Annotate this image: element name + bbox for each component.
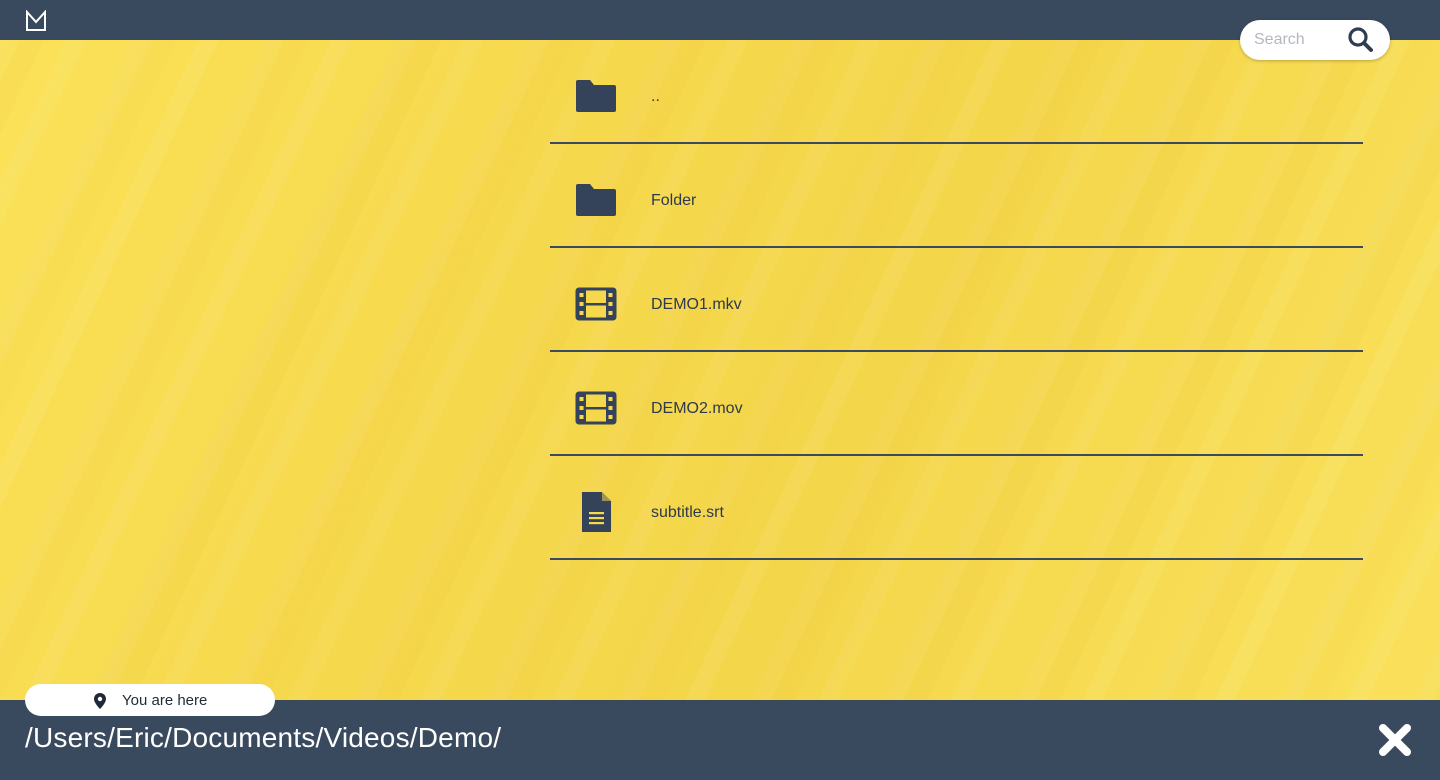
- document-icon: [582, 492, 611, 532]
- folder-icon: [576, 184, 616, 216]
- top-bar: [0, 0, 1440, 40]
- map-pin-icon: [94, 693, 106, 709]
- file-name: DEMO2.mov: [651, 400, 743, 417]
- file-name: Folder: [651, 192, 697, 209]
- file-name: ..: [651, 88, 660, 105]
- close-icon[interactable]: [1377, 722, 1413, 758]
- search-icon[interactable]: [1346, 26, 1376, 54]
- current-path: /Users/Eric/Documents/Videos/Demo/: [25, 722, 502, 753]
- file-name: DEMO1.mkv: [651, 296, 742, 313]
- file-row-subtitle[interactable]: subtitle.srt: [550, 456, 1363, 560]
- location-label: You are here: [122, 692, 208, 709]
- location-badge: You are here: [25, 684, 275, 716]
- m-logo-icon[interactable]: [25, 10, 47, 32]
- film-icon: [575, 287, 617, 321]
- search-input[interactable]: [1254, 30, 1344, 50]
- file-list: .. Folder DEMO1.mkv DEMO2.mov subtitle.s…: [550, 40, 1363, 560]
- file-row-demo1[interactable]: DEMO1.mkv: [550, 248, 1363, 352]
- file-row-folder[interactable]: Folder: [550, 144, 1363, 248]
- file-row-demo2[interactable]: DEMO2.mov: [550, 352, 1363, 456]
- folder-icon: [576, 80, 616, 112]
- file-name: subtitle.srt: [651, 504, 724, 521]
- file-row-parent[interactable]: ..: [550, 40, 1363, 144]
- film-icon: [575, 391, 617, 425]
